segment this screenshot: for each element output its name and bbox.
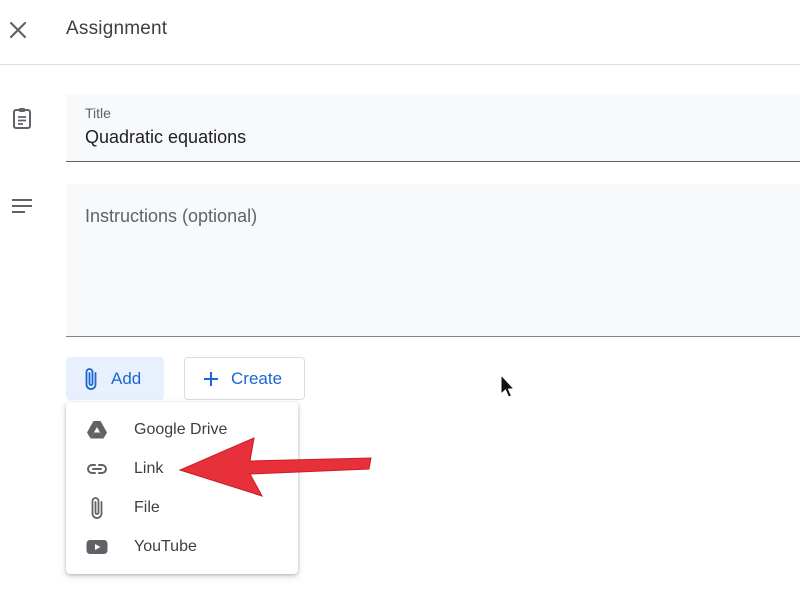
youtube-icon — [85, 535, 109, 559]
menu-item-label: Google Drive — [134, 421, 228, 438]
mouse-cursor-icon — [500, 373, 516, 398]
add-button-label: Add — [111, 368, 142, 388]
top-bar: Assignment — [0, 0, 800, 65]
menu-item-file[interactable]: File — [66, 489, 298, 527]
instructions-placeholder: Instructions (optional) — [85, 206, 258, 226]
menu-item-youtube[interactable]: YouTube — [66, 528, 298, 566]
close-button[interactable] — [4, 14, 32, 46]
notes-icon — [8, 192, 36, 220]
menu-item-label: Link — [134, 460, 164, 477]
title-field-label: Title — [85, 105, 111, 121]
menu-item-label: File — [134, 499, 160, 516]
paperclip-icon — [79, 367, 103, 391]
title-field[interactable]: Title Quadratic equations — [66, 94, 800, 162]
paperclip-icon — [85, 496, 109, 520]
page-title: Assignment — [66, 18, 168, 39]
add-button[interactable]: Add — [66, 357, 164, 400]
close-icon — [9, 21, 27, 39]
menu-item-label: YouTube — [134, 538, 197, 555]
create-button[interactable]: Create — [184, 357, 305, 400]
link-icon — [85, 457, 109, 481]
title-field-value[interactable]: Quadratic equations — [85, 127, 246, 148]
create-button-label: Create — [231, 368, 283, 388]
google-drive-icon — [85, 418, 109, 442]
menu-item-link[interactable]: Link — [66, 450, 298, 488]
add-menu: Google Drive Link File YouTube — [66, 402, 298, 574]
menu-item-google-drive[interactable]: Google Drive — [66, 411, 298, 449]
assignment-icon — [8, 104, 36, 132]
plus-icon — [199, 367, 223, 391]
instructions-field[interactable]: Instructions (optional) — [66, 184, 800, 337]
